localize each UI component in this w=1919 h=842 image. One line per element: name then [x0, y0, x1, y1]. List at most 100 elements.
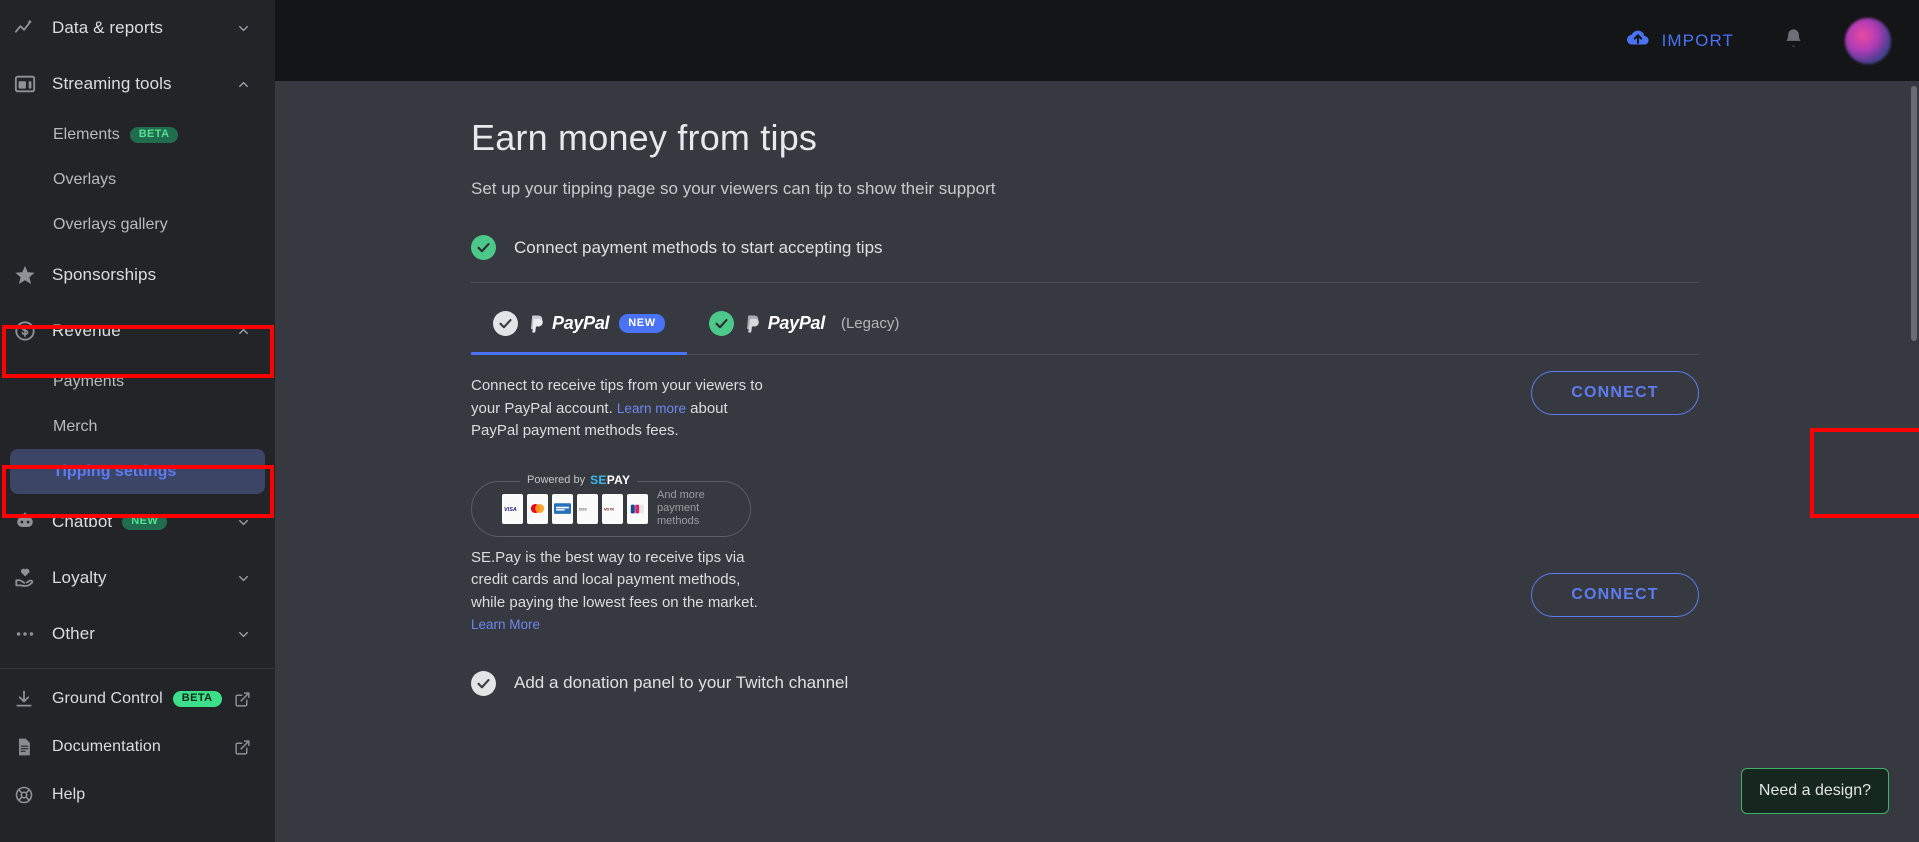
sidebar-item-payments[interactable]: Payments	[0, 359, 275, 404]
sidebar-item-label: Sponsorships	[52, 265, 157, 284]
import-label: IMPORT	[1661, 30, 1734, 50]
top-bar: IMPORT	[275, 0, 1919, 81]
visa-card-icon: VISA	[502, 493, 523, 524]
page-title: Earn money from tips	[471, 117, 818, 158]
sidebar-item-loyalty[interactable]: Loyalty	[0, 550, 275, 606]
sepay-desc: SE.Pay is the best way to receive tips v…	[471, 548, 758, 611]
vertical-scrollbar[interactable]	[1911, 86, 1917, 341]
analytics-icon	[14, 16, 44, 40]
help-circle-icon	[14, 783, 44, 807]
sidebar: Data & reports Streaming tools Elements …	[0, 0, 275, 842]
sepay-connect-button[interactable]: CONNECT	[1531, 572, 1699, 617]
sidebar-item-label: Data & reports	[52, 18, 164, 37]
paypal-p-icon	[530, 315, 543, 332]
chevron-up-icon	[235, 323, 251, 339]
svg-text:DISC: DISC	[579, 507, 588, 511]
sidebar-item-data-reports[interactable]: Data & reports	[0, 0, 275, 56]
sepay-brand-se: SE	[590, 472, 607, 487]
check-circle-filled-icon	[471, 235, 496, 260]
learn-more-link[interactable]: Learn more	[617, 401, 686, 416]
sepay-connect-wrap: CONNECT	[1531, 443, 1699, 617]
maestro-card-icon: MSTR	[602, 493, 623, 524]
tab-paypal-legacy[interactable]: PayPal (Legacy)	[687, 297, 922, 355]
sidebar-item-chatbot[interactable]: Chatbot NEW	[0, 494, 275, 550]
paypal-wordmark: PayPal	[767, 313, 826, 333]
sidebar-item-tipping-settings[interactable]: Tipping settings	[10, 449, 265, 494]
svg-text:VISA: VISA	[504, 507, 517, 513]
payment-card-logos: VISA DISC MSTR	[502, 493, 648, 524]
sepay-brand-pay: PAY	[606, 472, 631, 487]
sidebar-item-label: Overlays	[53, 170, 117, 188]
paypal-description: Connect to receive tips from your viewer…	[471, 355, 771, 443]
sepay-card-panel: Powered by SEPAY VISA DISC MSTR And more…	[471, 472, 751, 537]
notification-bell-icon[interactable]	[1782, 27, 1805, 55]
sepay-method-block: Powered by SEPAY VISA DISC MSTR And more…	[471, 443, 1699, 637]
sidebar-item-label: Chatbot	[52, 512, 113, 531]
sidebar-item-revenue[interactable]: Revenue	[0, 303, 275, 359]
paypal-wordmark: PayPal	[552, 313, 610, 333]
chevron-up-icon	[235, 76, 251, 92]
powered-by-label: Powered by	[527, 473, 586, 486]
page-subtitle: Set up your tipping page so your viewers…	[471, 179, 996, 198]
sidebar-item-label: Merch	[53, 417, 98, 435]
step-two-label: Add a donation panel to your Twitch chan…	[514, 673, 849, 692]
cloud-upload-icon	[1625, 25, 1651, 56]
user-avatar[interactable]	[1845, 17, 1891, 64]
mastercard-card-icon	[527, 493, 548, 524]
sidebar-item-overlays[interactable]: Overlays	[0, 157, 275, 202]
sepay-description: Powered by SEPAY VISA DISC MSTR And more…	[471, 443, 771, 637]
sidebar-item-label: Loyalty	[52, 568, 107, 587]
amex-card-icon	[552, 493, 573, 524]
sidebar-item-merch[interactable]: Merch	[0, 404, 275, 449]
beta-badge: BETA	[129, 126, 179, 143]
paypal-connect-button[interactable]: CONNECT	[1531, 371, 1699, 415]
sepay-learn-more-link[interactable]: Learn More	[471, 617, 540, 632]
sidebar-item-ground-control[interactable]: Ground Control BETA	[0, 675, 275, 723]
step-two-row: Add a donation panel to your Twitch chan…	[471, 670, 1919, 696]
need-a-design-button[interactable]: Need a design?	[1740, 768, 1889, 814]
tab-paypal-new[interactable]: PayPal NEW	[471, 297, 687, 355]
external-link-icon	[234, 739, 251, 756]
star-icon	[14, 263, 44, 287]
sidebar-item-label: Help	[52, 786, 86, 803]
sidebar-item-label: Documentation	[52, 738, 161, 755]
content-area: Earn money from tips Set up your tipping…	[275, 81, 1919, 696]
sepay-powered-by: Powered by SEPAY	[520, 472, 638, 487]
sidebar-item-overlays-gallery[interactable]: Overlays gallery	[0, 202, 275, 247]
jcb-card-icon	[627, 493, 648, 524]
dollar-coin-icon	[14, 319, 44, 343]
check-circle-grey-icon	[493, 311, 518, 336]
sidebar-item-elements[interactable]: Elements BETA	[0, 112, 275, 157]
payment-method-tabs: PayPal NEW PayPal (Legacy)	[471, 297, 1919, 355]
sidebar-divider	[0, 668, 275, 669]
document-icon	[14, 735, 44, 759]
sidebar-item-streaming-tools[interactable]: Streaming tools	[0, 56, 275, 112]
paypal-p-icon	[746, 315, 759, 332]
step-one-row: Connect payment methods to start accepti…	[471, 235, 1919, 260]
paypal-method-block: Connect to receive tips from your viewer…	[471, 355, 1699, 443]
sidebar-item-label: Other	[52, 624, 96, 643]
ellipsis-icon	[14, 622, 44, 646]
layout-icon	[14, 72, 44, 96]
sidebar-item-label: Ground Control	[52, 690, 163, 707]
chevron-down-icon	[235, 20, 251, 36]
import-button[interactable]: IMPORT	[1625, 25, 1734, 56]
sidebar-item-documentation[interactable]: Documentation	[0, 723, 275, 771]
sidebar-item-label: Streaming tools	[52, 74, 172, 93]
discover-card-icon: DISC	[577, 493, 598, 524]
step-one-label: Connect payment methods to start accepti…	[514, 237, 883, 257]
sidebar-item-other[interactable]: Other	[0, 606, 275, 662]
new-badge: NEW	[122, 514, 168, 530]
main-panel: IMPORT Earn money from tips Set up your …	[275, 0, 1919, 842]
check-circle-filled-icon	[708, 311, 734, 336]
sidebar-item-label: Payments	[53, 372, 125, 390]
paypal-logo: PayPal	[744, 313, 825, 334]
sidebar-item-help[interactable]: Help	[0, 771, 275, 819]
and-more-payment-methods-label: And more payment methods	[657, 489, 705, 527]
check-circle-grey-icon	[471, 670, 496, 696]
sidebar-item-sponsorships[interactable]: Sponsorships	[0, 247, 275, 303]
svg-text:MSTR: MSTR	[604, 507, 614, 511]
new-badge: NEW	[619, 314, 665, 333]
legacy-label: (Legacy)	[840, 315, 900, 332]
sidebar-item-label: Elements	[53, 125, 120, 143]
